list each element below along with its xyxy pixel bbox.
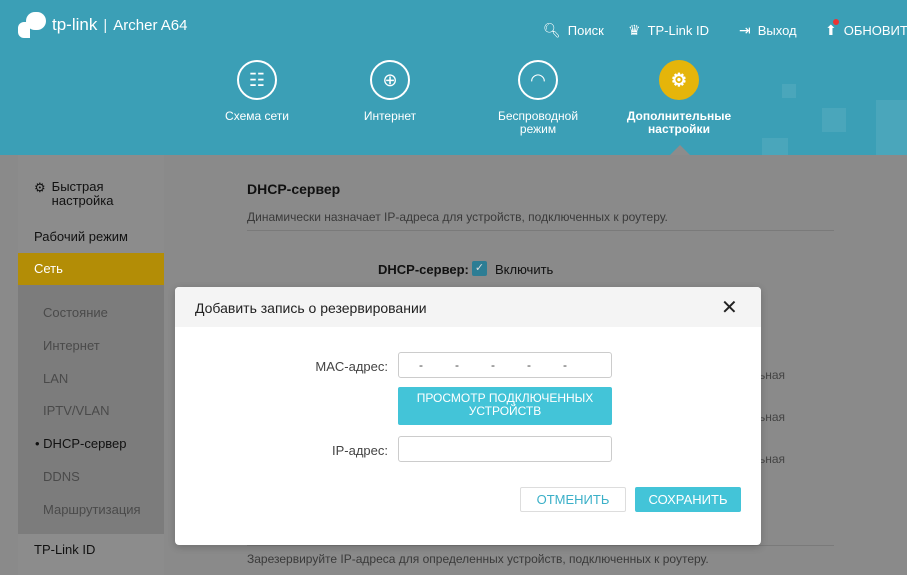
nav-network-map-label: Схема сети: [225, 109, 289, 123]
model-name: Archer A64: [113, 16, 188, 34]
nav-internet[interactable]: ⊕ Интернет: [335, 60, 445, 123]
reservation-description: Зарезервируйте IP-адреса для определенны…: [247, 552, 709, 566]
dhcp-server-label: DHCP-сервер:: [378, 262, 469, 277]
close-icon[interactable]: ✕: [721, 295, 738, 320]
tplink-id-link[interactable]: ♛ TP-Link ID: [628, 22, 709, 39]
mac-separator: -: [527, 358, 531, 372]
sidebar-sub-routing[interactable]: Маршрутизация: [43, 502, 141, 517]
view-connected-devices-button[interactable]: ПРОСМОТР ПОДКЛЮЧЕННЫХ УСТРОЙСТВ: [398, 387, 612, 425]
tplink-id-label: TP-Link ID: [647, 23, 709, 38]
nav-advanced-label: Дополнительные настройки: [626, 109, 732, 136]
nav-internet-label: Интернет: [363, 109, 417, 123]
update-label: ОБНОВИТ: [843, 23, 907, 38]
update-link[interactable]: ⬆ ОБНОВИТ: [825, 19, 907, 39]
dhcp-enable-label: Включить: [495, 262, 554, 277]
sidebar-item-network[interactable]: Сеть: [18, 253, 164, 285]
mac-address-label: MAC-адрес:: [315, 359, 388, 374]
logout-icon: ⇥: [739, 22, 751, 38]
search-icon: 🔍︎: [543, 22, 561, 38]
wifi-icon: ◠: [518, 60, 558, 100]
nav-banner: [0, 50, 907, 155]
section-title: DHCP-сервер: [247, 181, 341, 197]
mac-separator: -: [419, 358, 423, 372]
sidebar-sub-status[interactable]: Состояние: [43, 305, 108, 320]
add-reservation-dialog: Добавить запись о резервировании ✕ MAC-а…: [175, 287, 761, 545]
gear-small-icon: ⚙︎: [34, 180, 46, 195]
logout-label: Выход: [757, 23, 797, 38]
nav-wireless[interactable]: ◠ Беспроводной режим: [483, 60, 593, 136]
save-button[interactable]: СОХРАНИТЬ: [635, 487, 741, 512]
dialog-title: Добавить запись о резервировании: [195, 300, 427, 316]
gear-icon: ⚙︎: [659, 60, 699, 100]
search-label: Поиск: [567, 23, 604, 38]
dialog-header: Добавить запись о резервировании ✕: [175, 287, 761, 327]
sidebar-sub-dhcp[interactable]: • DHCP-сервер: [35, 436, 127, 451]
sidebar-item-operation-mode[interactable]: Рабочий режим: [18, 229, 164, 244]
mac-separator: -: [563, 358, 567, 372]
search-link[interactable]: 🔍︎ Поиск: [543, 22, 604, 39]
ip-address-label: IP-адрес:: [332, 443, 388, 458]
update-icon: ⬆: [825, 19, 839, 39]
tp-link-logo-icon: [18, 12, 48, 38]
sidebar-sub-dhcp-label: DHCP-сервер: [43, 436, 127, 451]
top-bar: tp-link | Archer A64 🔍︎ Поиск ♛ TP-Link …: [0, 0, 907, 50]
ip-address-input[interactable]: [398, 436, 612, 462]
nav-active-pointer: [670, 145, 690, 155]
nav-wireless-label: Беспроводной режим: [497, 109, 579, 136]
logout-link[interactable]: ⇥ Выход: [739, 22, 797, 39]
sidebar-item-quick-setup[interactable]: ⚙︎ Быстрая настройка: [18, 180, 164, 208]
logo-separator: |: [103, 16, 108, 34]
nav-advanced[interactable]: ⚙︎ Дополнительные настройки: [624, 60, 734, 136]
section-description: Динамически назначает IP-адреса для устр…: [247, 210, 668, 224]
sidebar-submenu: Состояние Интернет LAN IPTV/VLAN • DHCP-…: [18, 285, 164, 534]
nav-network-map[interactable]: ☷ Схема сети: [202, 60, 312, 123]
mac-address-input[interactable]: -----: [398, 352, 612, 378]
sidebar-sub-lan[interactable]: LAN: [43, 371, 68, 386]
sidebar-item-tplink-id[interactable]: TP-Link ID: [18, 542, 164, 557]
mac-separator: -: [455, 358, 459, 372]
divider: [247, 230, 834, 231]
sidebar-sub-iptv[interactable]: IPTV/VLAN: [43, 403, 109, 418]
sidebar-sub-ddns[interactable]: DDNS: [43, 469, 80, 484]
network-map-icon: ☷: [237, 60, 277, 100]
sidebar-quick-setup-label: Быстрая настройка: [51, 179, 114, 208]
cancel-button[interactable]: ОТМЕНИТЬ: [520, 487, 626, 512]
dhcp-enable-checkbox[interactable]: ✓: [472, 261, 487, 276]
sidebar-sub-internet[interactable]: Интернет: [43, 338, 100, 353]
account-icon: ♛: [628, 22, 641, 38]
brand-name: tp-link: [52, 15, 98, 34]
mac-separator: -: [491, 358, 495, 372]
logo[interactable]: tp-link | Archer A64: [18, 12, 187, 38]
divider: [247, 545, 834, 546]
globe-icon: ⊕: [370, 60, 410, 100]
